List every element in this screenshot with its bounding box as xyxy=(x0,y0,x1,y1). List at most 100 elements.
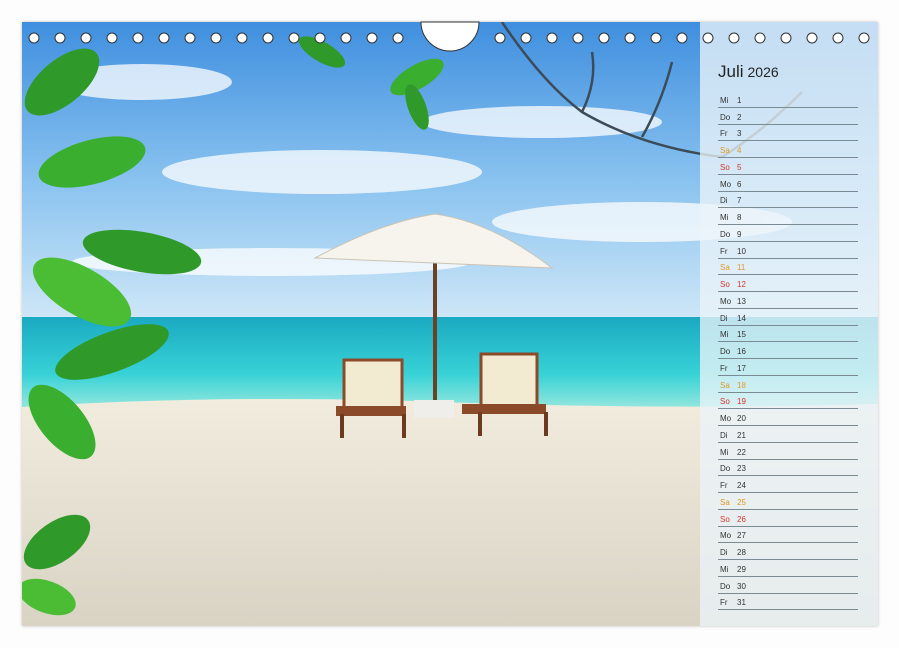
weekday-label: Di xyxy=(720,313,728,323)
weekday-label: Mo xyxy=(720,531,732,541)
weekday-label: Mo xyxy=(720,296,732,306)
day-row: Sa 25 xyxy=(718,493,858,510)
day-row: Fr 31 xyxy=(718,594,858,611)
weekday-label: Mo xyxy=(720,414,732,423)
day-number: 29 xyxy=(737,564,746,574)
day-number: 8 xyxy=(737,213,742,222)
weekday-label: Fr xyxy=(720,129,728,139)
day-row: Mi 29 xyxy=(718,560,858,577)
day-row: So 12 xyxy=(718,275,858,292)
day-row: Di 28 xyxy=(718,543,858,560)
weekday-label: Fr xyxy=(720,598,728,608)
day-number: 31 xyxy=(737,598,746,608)
day-number: 4 xyxy=(737,146,742,155)
day-row: Di 21 xyxy=(718,426,858,443)
weekday-label: Fr xyxy=(720,481,728,490)
day-number: 5 xyxy=(737,162,742,172)
day-number: 7 xyxy=(737,196,742,206)
month-year: 2026 xyxy=(747,64,779,80)
weekday-label: Mi xyxy=(720,213,729,222)
day-row: Mo 27 xyxy=(718,527,858,544)
day-number: 3 xyxy=(737,129,742,139)
day-number: 10 xyxy=(737,246,746,256)
month-title: Juli 2026 xyxy=(718,62,779,82)
day-row: Mi 8 xyxy=(718,208,858,225)
weekday-label: Sa xyxy=(720,497,730,507)
weekday-label: Fr xyxy=(720,363,728,373)
day-number: 15 xyxy=(737,330,746,340)
day-number: 26 xyxy=(737,514,746,524)
calendar-panel: Juli 2026 Mi 1 Do 2 Fr 3 Sa 4 So 5 Mo 6 Di 7 Mi 8 Do 9 Fr 10… xyxy=(700,22,878,626)
month-name: Juli xyxy=(718,62,744,81)
day-row: Sa 11 xyxy=(718,259,858,276)
weekday-label: Mi xyxy=(720,447,729,457)
day-number: 11 xyxy=(737,263,746,273)
day-row: Do 2 xyxy=(718,108,858,125)
day-row: Mo 13 xyxy=(718,292,858,309)
day-row: Di 7 xyxy=(718,192,858,209)
day-row: Fr 24 xyxy=(718,476,858,493)
calendar-sheet: Juli 2026 Mi 1 Do 2 Fr 3 Sa 4 So 5 Mo 6 Di 7 Mi 8 Do 9 Fr 10… xyxy=(22,22,878,626)
day-number: 6 xyxy=(737,179,742,189)
day-number: 13 xyxy=(737,296,746,306)
day-row: So 19 xyxy=(718,393,858,410)
day-number: 1 xyxy=(737,95,742,105)
weekday-label: Di xyxy=(720,430,728,440)
weekday-label: Do xyxy=(720,112,731,122)
day-number: 30 xyxy=(737,581,746,591)
weekday-label: Mi xyxy=(720,564,729,574)
calendar-page: Juli 2026 Mi 1 Do 2 Fr 3 Sa 4 So 5 Mo 6 Di 7 Mi 8 Do 9 Fr 10… xyxy=(0,0,899,648)
day-row: Mi 15 xyxy=(718,326,858,343)
weekday-label: Mo xyxy=(720,179,732,189)
day-row: So 5 xyxy=(718,158,858,175)
day-number: 14 xyxy=(737,313,746,323)
weekday-label: Do xyxy=(720,464,731,474)
day-number: 19 xyxy=(737,397,746,407)
day-row: Fr 3 xyxy=(718,125,858,142)
day-number: 12 xyxy=(737,280,746,289)
day-number: 21 xyxy=(737,430,746,440)
day-row: Mo 20 xyxy=(718,409,858,426)
day-row: Di 14 xyxy=(718,309,858,326)
day-row: Do 30 xyxy=(718,577,858,594)
day-number: 27 xyxy=(737,531,746,541)
weekday-label: Fr xyxy=(720,246,728,256)
weekday-label: So xyxy=(720,397,730,407)
day-list: Mi 1 Do 2 Fr 3 Sa 4 So 5 Mo 6 Di 7 Mi 8 Do 9 Fr 10 Sa 11 So 12 M… xyxy=(718,91,858,611)
day-row: Do 16 xyxy=(718,342,858,359)
weekday-label: Sa xyxy=(720,146,730,155)
day-row: Mo 6 xyxy=(718,175,858,192)
day-number: 22 xyxy=(737,447,746,457)
day-row: Sa 18 xyxy=(718,376,858,393)
day-row: Do 9 xyxy=(718,225,858,242)
day-number: 17 xyxy=(737,363,746,373)
day-number: 9 xyxy=(737,229,742,239)
day-row: So 26 xyxy=(718,510,858,527)
weekday-label: So xyxy=(720,162,730,172)
day-number: 23 xyxy=(737,464,746,474)
weekday-label: Do xyxy=(720,581,731,591)
weekday-label: So xyxy=(720,514,730,524)
weekday-label: Do xyxy=(720,347,731,356)
day-number: 28 xyxy=(737,548,746,557)
weekday-label: Di xyxy=(720,196,728,206)
weekday-label: Sa xyxy=(720,380,730,390)
day-row: Mi 22 xyxy=(718,443,858,460)
weekday-label: So xyxy=(720,280,730,289)
day-number: 16 xyxy=(737,347,746,356)
weekday-label: Mi xyxy=(720,330,729,340)
weekday-label: Di xyxy=(720,548,728,557)
weekday-label: Sa xyxy=(720,263,730,273)
day-number: 24 xyxy=(737,481,746,490)
day-row: Fr 17 xyxy=(718,359,858,376)
weekday-label: Mi xyxy=(720,95,729,105)
day-row: Do 23 xyxy=(718,460,858,477)
day-number: 2 xyxy=(737,112,742,122)
weekday-label: Do xyxy=(720,229,731,239)
day-row: Sa 4 xyxy=(718,141,858,158)
day-number: 18 xyxy=(737,380,746,390)
day-number: 20 xyxy=(737,414,746,423)
day-number: 25 xyxy=(737,497,746,507)
day-row: Mi 1 xyxy=(718,91,858,108)
day-row: Fr 10 xyxy=(718,242,858,259)
